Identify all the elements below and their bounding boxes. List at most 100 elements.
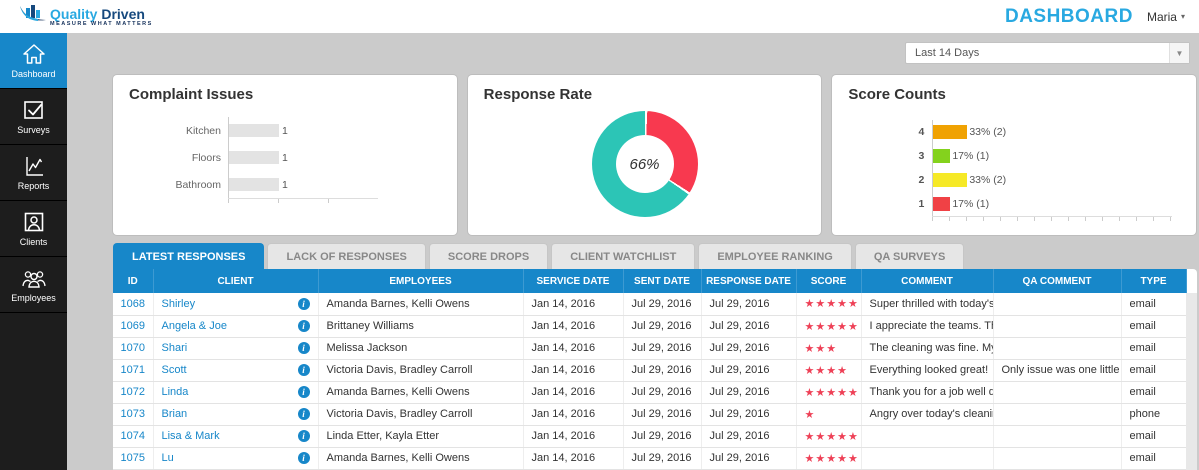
info-icon[interactable]: i <box>297 320 310 332</box>
info-icon[interactable]: i <box>297 342 310 354</box>
comment-cell <box>861 447 994 470</box>
employees-cell: Amanda Barnes, Kelli Owens <box>318 381 524 404</box>
date-range-select[interactable]: Last 14 Days ▼ <box>905 42 1190 64</box>
tab-lack-of-responses[interactable]: LACK OF RESPONSES <box>267 243 426 269</box>
sidebar-item-employees[interactable]: Employees <box>0 257 67 313</box>
client-link[interactable]: Lu <box>162 452 174 464</box>
tab-employee-ranking[interactable]: EMPLOYEE RANKING <box>698 243 852 269</box>
client-link[interactable]: Shari <box>162 342 188 354</box>
qa-comment-cell: Only issue was one little spot on the... <box>993 359 1122 382</box>
response-id-link[interactable]: 1075 <box>121 452 145 464</box>
score-bar <box>933 149 951 163</box>
client-link[interactable]: Linda <box>162 386 189 398</box>
comment-cell <box>861 425 994 448</box>
info-icon[interactable]: i <box>297 386 310 398</box>
qa-comment-cell <box>993 381 1122 404</box>
complaint-category-label: Kitchen <box>185 124 221 137</box>
complaint-issues-chart: Kitchen 1 Floors 1 Bathroom 1 <box>113 117 457 198</box>
tab-client-watchlist[interactable]: CLIENT WATCHLIST <box>551 243 696 269</box>
score-category-label: 1 <box>918 198 925 210</box>
service-date-cell: Jan 14, 2016 <box>523 359 624 382</box>
table-scrollbar[interactable] <box>1186 293 1197 470</box>
response-date-cell: Jul 29, 2016 <box>701 403 797 426</box>
table-row: 1075 Lu i Amanda Barnes, Kelli Owens Jan 14,… <box>113 447 1187 470</box>
sidebar-item-clients[interactable]: Clients <box>0 201 67 257</box>
type-cell: email <box>1121 337 1187 360</box>
score-bar-row: 1 17% (1) <box>832 192 1196 216</box>
page-title: DASHBOARD <box>1004 5 1133 27</box>
sent-date-cell: Jul 29, 2016 <box>623 359 702 382</box>
response-id-link[interactable]: 1072 <box>121 386 145 398</box>
info-icon[interactable]: i <box>297 452 310 464</box>
info-icon[interactable]: i <box>297 297 310 310</box>
sent-date-cell: Jul 29, 2016 <box>623 447 702 470</box>
response-id-link[interactable]: 1069 <box>121 320 145 332</box>
client-link[interactable]: Scott <box>162 364 187 376</box>
score-bar <box>933 125 968 139</box>
sent-date-cell: Jul 29, 2016 <box>623 293 702 316</box>
qa-comment-cell <box>993 337 1122 360</box>
star-rating: ★★★★ <box>804 364 848 377</box>
tab-score-drops[interactable]: SCORE DROPS <box>428 243 549 269</box>
logo-word-quality: Quality <box>50 6 98 22</box>
column-header-client: CLIENT <box>153 269 319 293</box>
sent-date-cell: Jul 29, 2016 <box>623 337 702 360</box>
score-category-label: 3 <box>918 150 925 162</box>
chevron-down-icon: ▾ <box>1180 12 1185 21</box>
type-cell: email <box>1121 381 1187 404</box>
comment-cell: Angry over today's cleaning. The tea... <box>861 403 994 426</box>
response-id-link[interactable]: 1074 <box>121 430 145 442</box>
app-logo: Quality Driven Measure What Matters <box>18 4 153 30</box>
response-id-link[interactable]: 1071 <box>121 364 145 376</box>
surveys-icon <box>21 98 47 122</box>
score-bar <box>933 173 968 187</box>
response-id-link[interactable]: 1070 <box>121 342 145 354</box>
employees-cell: Victoria Davis, Bradley Carroll <box>318 403 524 426</box>
table-row: 1070 Shari i Melissa Jackson Jan 14, 2016 Jul… <box>113 337 1187 360</box>
complaint-bar <box>229 178 279 191</box>
clients-icon <box>21 210 47 234</box>
sidebar-item-surveys[interactable]: Surveys <box>0 89 67 145</box>
comment-cell: I appreciate the teams. They are alw... <box>861 315 994 338</box>
user-name: Maria <box>1146 9 1177 24</box>
complaint-category-label: Bathroom <box>175 178 221 191</box>
score-counts-title: Score Counts <box>848 86 946 103</box>
client-link[interactable]: Angela & Joe <box>162 320 227 332</box>
response-id-link[interactable]: 1068 <box>121 298 145 310</box>
type-cell: email <box>1121 447 1187 470</box>
sent-date-cell: Jul 29, 2016 <box>623 425 702 448</box>
employees-cell: Linda Etter, Kayla Etter <box>318 425 524 448</box>
client-link[interactable]: Shirley <box>162 298 196 310</box>
employees-cell: Brittaney Williams <box>318 315 524 338</box>
info-icon[interactable]: i <box>297 408 310 420</box>
sidebar-item-dashboard[interactable]: Dashboard <box>0 33 67 89</box>
response-date-cell: Jul 29, 2016 <box>701 381 797 404</box>
date-range-value: Last 14 Days <box>915 47 980 59</box>
service-date-cell: Jan 14, 2016 <box>523 337 624 360</box>
user-menu[interactable]: Maria ▾ <box>1147 10 1185 24</box>
sidebar-item-reports[interactable]: Reports <box>0 145 67 201</box>
client-link[interactable]: Brian <box>162 408 188 420</box>
main-content: Last 14 Days ▼ Complaint Issues Kitchen 1… <box>67 33 1199 470</box>
star-rating: ★★★★★ <box>804 452 859 465</box>
responses-table-wrap: ID CLIENT EMPLOYEES SERVICE DATE SENT DATE RE… <box>113 269 1197 470</box>
response-id-link[interactable]: 1073 <box>121 408 145 420</box>
employees-cell: Amanda Barnes, Kelli Owens <box>318 293 524 316</box>
sidebar: Dashboard Surveys Reports Clients Employees <box>0 33 67 470</box>
tab-latest-responses[interactable]: LATEST RESPONSES <box>113 243 265 269</box>
score-bar-value: 17% (1) <box>952 150 990 162</box>
sidebar-item-label: Clients <box>19 237 48 247</box>
client-link[interactable]: Lisa & Mark <box>162 430 220 442</box>
employees-cell: Amanda Barnes, Kelli Owens <box>318 447 524 470</box>
complaint-issues-axis <box>228 198 378 203</box>
score-bar-row: 2 33% (2) <box>832 168 1196 192</box>
star-rating: ★ <box>804 408 816 421</box>
qa-comment-cell <box>993 293 1122 316</box>
comment-cell: Super thrilled with today's service! T..… <box>861 293 994 316</box>
table-row: 1074 Lisa & Mark i Linda Etter, Kayla Etter… <box>113 425 1187 448</box>
info-icon[interactable]: i <box>297 430 310 442</box>
tab-qa-surveys[interactable]: QA SURVEYS <box>854 243 965 269</box>
info-icon[interactable]: i <box>297 364 310 376</box>
service-date-cell: Jan 14, 2016 <box>523 293 624 316</box>
column-header-comment: COMMENT <box>861 269 994 293</box>
